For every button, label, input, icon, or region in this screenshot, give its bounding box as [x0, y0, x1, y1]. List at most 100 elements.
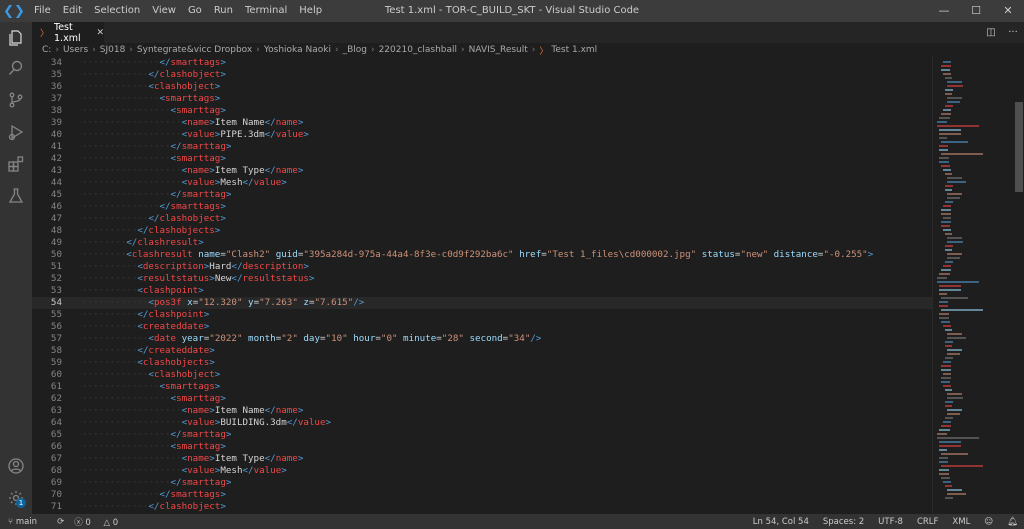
code-line[interactable]: 43 ··················<name>Item Type</nam…	[32, 165, 932, 177]
menu-terminal[interactable]: Terminal	[239, 0, 293, 22]
account-icon[interactable]	[0, 454, 32, 478]
code-line[interactable]: 38 ················<smarttag>	[32, 105, 932, 117]
menu-run[interactable]: Run	[208, 0, 239, 22]
code-line[interactable]: 63 ··················<name>Item Name</nam…	[32, 405, 932, 417]
split-editor-icon[interactable]: ◫	[980, 27, 1002, 38]
cursor-position[interactable]: Ln 54, Col 54	[753, 517, 809, 527]
more-actions-icon[interactable]: ···	[1002, 27, 1024, 38]
maximize-button[interactable]: ☐	[960, 0, 992, 22]
breadcrumb-item[interactable]: _Blog	[343, 45, 367, 55]
branch-indicator[interactable]: ⑂ main	[8, 517, 47, 527]
code-line[interactable]: 45 ················</smarttag>	[32, 189, 932, 201]
run-debug-icon[interactable]	[0, 120, 32, 144]
code-line[interactable]: 44 ··················<value>Mesh</value>	[32, 177, 932, 189]
vertical-scrollbar[interactable]	[1012, 57, 1024, 514]
code-text: ············<date year="2022" month="2" …	[82, 333, 542, 344]
minimap[interactable]	[932, 57, 1013, 514]
code-line[interactable]: 36 ············<clashobject>	[32, 81, 932, 93]
code-line[interactable]: 37 ··············<smarttags>	[32, 93, 932, 105]
line-number: 51	[50, 261, 62, 272]
breadcrumb-item[interactable]: Users	[63, 45, 88, 55]
code-line[interactable]: 52 ··········<resultstatus>New</resultsta…	[32, 273, 932, 285]
menu-edit[interactable]: Edit	[57, 0, 88, 22]
code-line[interactable]: 54 ············<pos3f x="12.320" y="7.263…	[32, 297, 932, 309]
menu-view[interactable]: View	[146, 0, 182, 22]
code-line[interactable]: 40 ··················<value>PIPE.3dm</val…	[32, 129, 932, 141]
sync-icon[interactable]: ⟳	[57, 517, 64, 527]
end-of-line[interactable]: CRLF	[917, 517, 938, 527]
code-editor[interactable]: 34 ··············</smarttags> 35 ··········…	[32, 57, 932, 514]
breadcrumb-item[interactable]: Yoshioka Naoki	[264, 45, 331, 55]
menu-go[interactable]: Go	[182, 0, 208, 22]
code-line[interactable]: 60 ············<clashobject>	[32, 369, 932, 381]
breadcrumb-item[interactable]: 220210_clashball	[379, 45, 457, 55]
breadcrumb-item[interactable]: NAVIS_Result	[469, 45, 528, 55]
problems-indicator[interactable]: ⓧ 0 △ 0	[74, 516, 128, 528]
menu-file[interactable]: File	[28, 0, 57, 22]
feedback-icon[interactable]: ☺	[984, 517, 993, 527]
bell-icon[interactable]: 🔔︎	[1007, 517, 1018, 527]
code-line[interactable]: 58 ··········</createddate>	[32, 345, 932, 357]
extensions-icon[interactable]	[0, 152, 32, 176]
code-line[interactable]: 62 ················<smarttag>	[32, 393, 932, 405]
breadcrumb-item[interactable]: Test 1.xml	[551, 45, 597, 55]
breadcrumb-item[interactable]: Syntegrate&vicc Dropbox	[137, 45, 252, 55]
line-number: 45	[50, 189, 62, 200]
scrollbar-thumb[interactable]	[1015, 102, 1023, 192]
minimap-line	[945, 357, 953, 359]
code-text: ············<clashobject>	[82, 81, 221, 92]
code-line[interactable]: 39 ··················<name>Item Name</nam…	[32, 117, 932, 129]
code-text: ··········<description>Hard</description…	[82, 261, 309, 272]
search-icon[interactable]	[0, 56, 32, 80]
code-line[interactable]: 50 ········<clashresult name="Clash2" gui…	[32, 249, 932, 261]
breadcrumb: C: › Users › SJ018 › Syntegrate&vicc Dropbo…	[32, 43, 1024, 57]
breadcrumb-item[interactable]: SJ018	[100, 45, 126, 55]
indentation[interactable]: Spaces: 2	[823, 517, 864, 527]
code-text: ··················<name>Item Type</name>	[82, 453, 304, 464]
language-mode[interactable]: XML	[952, 517, 970, 527]
code-line[interactable]: 59 ··········<clashobjects>	[32, 357, 932, 369]
flask-icon[interactable]	[0, 184, 32, 208]
code-line[interactable]: 34 ··············</smarttags>	[32, 57, 932, 69]
encoding[interactable]: UTF-8	[878, 517, 903, 527]
code-line[interactable]: 68 ··················<value>Mesh</value>	[32, 465, 932, 477]
code-line[interactable]: 61 ··············<smarttags>	[32, 381, 932, 393]
menu-selection[interactable]: Selection	[88, 0, 146, 22]
code-line[interactable]: 35 ············</clashobject>	[32, 69, 932, 81]
code-line[interactable]: 69 ················</smarttag>	[32, 477, 932, 489]
minimap-line	[947, 493, 966, 495]
code-text: ················</smarttag>	[82, 429, 232, 440]
code-line[interactable]: 65 ················</smarttag>	[32, 429, 932, 441]
code-line[interactable]: 67 ··················<name>Item Type</nam…	[32, 453, 932, 465]
line-number: 69	[50, 477, 62, 488]
menu-help[interactable]: Help	[293, 0, 328, 22]
close-window-button[interactable]: ✕	[992, 0, 1024, 22]
tab-test-xml[interactable]: 〉 Test 1.xml ✕	[32, 22, 104, 44]
code-text: ············</clashobject>	[82, 69, 226, 80]
code-line[interactable]: 41 ················</smarttag>	[32, 141, 932, 153]
breadcrumb-item[interactable]: C:	[42, 45, 51, 55]
code-text: ················<smarttag>	[82, 441, 226, 452]
code-line[interactable]: 55 ··········</clashpoint>	[32, 309, 932, 321]
code-line[interactable]: 57 ············<date year="2022" month="2…	[32, 333, 932, 345]
code-line[interactable]: 47 ············</clashobject>	[32, 213, 932, 225]
code-line[interactable]: 51 ··········<description>Hard</descripti…	[32, 261, 932, 273]
code-line[interactable]: 53 ··········<clashpoint>	[32, 285, 932, 297]
files-icon[interactable]	[0, 26, 32, 50]
code-line[interactable]: 56 ··········<createddate>	[32, 321, 932, 333]
line-number: 61	[50, 381, 62, 392]
line-number: 54	[50, 297, 62, 308]
tab-close-icon[interactable]: ✕	[96, 28, 104, 38]
code-line[interactable]: 64 ··················<value>BUILDING.3dm<…	[32, 417, 932, 429]
code-line[interactable]: 46 ··············</smarttags>	[32, 201, 932, 213]
code-line[interactable]: 48 ··········</clashobjects>	[32, 225, 932, 237]
minimize-button[interactable]: —	[928, 0, 960, 22]
code-line[interactable]: 66 ················<smarttag>	[32, 441, 932, 453]
gear-icon[interactable]: 1	[0, 486, 32, 510]
code-line[interactable]: 42 ················<smarttag>	[32, 153, 932, 165]
code-line[interactable]: 49 ········</clashresult>	[32, 237, 932, 249]
code-line[interactable]: 70 ··············</smarttags>	[32, 489, 932, 501]
minimap-line	[945, 405, 952, 407]
code-line[interactable]: 71 ············</clashobject>	[32, 501, 932, 513]
source-control-icon[interactable]	[0, 88, 32, 112]
